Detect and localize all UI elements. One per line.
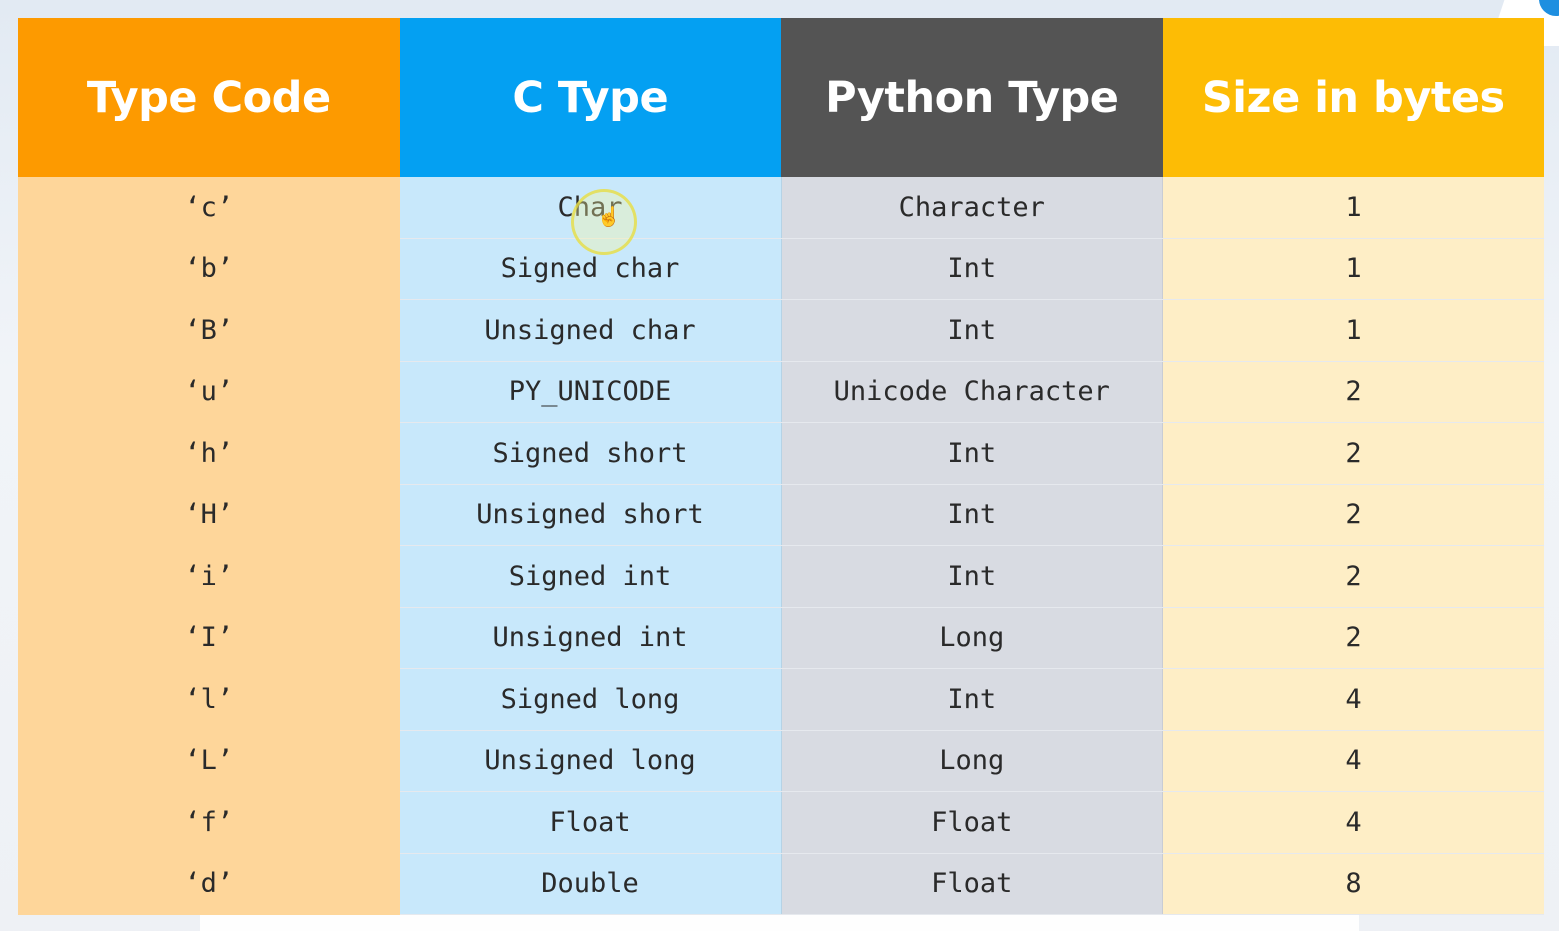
cell-type-code: ‘f’	[18, 791, 400, 854]
header-size-in-bytes: Size in bytes	[1162, 18, 1544, 177]
cell-c-type: Signed short	[399, 422, 782, 485]
cell-size: 8	[1162, 853, 1544, 915]
cell-size: 2	[1162, 361, 1544, 423]
cell-size: 2	[1162, 484, 1544, 546]
table-row: ‘b’ Signed char Int 1	[18, 238, 1544, 300]
cell-c-type: Char	[399, 177, 782, 239]
type-code-table-container: Type Code C Type Python Type Size in byt…	[18, 18, 1544, 915]
cell-python-type: Int	[781, 545, 1163, 608]
cell-c-type: Unsigned int	[399, 607, 782, 669]
cell-size: 4	[1162, 791, 1544, 854]
cell-python-type: Character	[781, 177, 1163, 239]
cell-type-code: ‘u’	[18, 361, 400, 423]
table-row: ‘I’ Unsigned int Long 2	[18, 607, 1544, 669]
bottom-strip	[200, 915, 1359, 931]
cell-c-type: Unsigned long	[399, 730, 782, 792]
cell-python-type: Long	[781, 607, 1163, 669]
cell-c-type: Signed long	[399, 668, 782, 731]
cell-type-code: ‘I’	[18, 607, 400, 669]
cell-size: 4	[1162, 668, 1544, 731]
table-row: ‘h’ Signed short Int 2	[18, 422, 1544, 485]
table-row: ‘f’ Float Float 4	[18, 791, 1544, 854]
cell-c-type: Float	[399, 791, 782, 854]
cell-type-code: ‘h’	[18, 422, 400, 485]
type-code-table: Type Code C Type Python Type Size in byt…	[18, 18, 1544, 915]
cell-c-type: Double	[399, 853, 782, 915]
cell-python-type: Int	[781, 238, 1163, 300]
table-row: ‘L’ Unsigned long Long 4	[18, 730, 1544, 792]
cell-python-type: Float	[781, 791, 1163, 854]
cell-c-type: Unsigned char	[399, 299, 782, 362]
cell-size: 2	[1162, 422, 1544, 485]
table-row: ‘B’ Unsigned char Int 1	[18, 299, 1544, 362]
header-type-code: Type Code	[18, 18, 400, 177]
cell-python-type: Int	[781, 484, 1163, 546]
header-python-type: Python Type	[781, 18, 1163, 177]
table-header-row: Type Code C Type Python Type Size in byt…	[18, 18, 1544, 177]
table-row: ‘i’ Signed int Int 2	[18, 545, 1544, 608]
cell-c-type: PY_UNICODE	[399, 361, 782, 423]
cell-python-type: Float	[781, 853, 1163, 915]
table-row: ‘u’ PY_UNICODE Unicode Character 2	[18, 361, 1544, 423]
corner-dot	[1539, 0, 1559, 16]
cell-c-type: Signed int	[399, 545, 782, 608]
table-row: ‘H’ Unsigned short Int 2	[18, 484, 1544, 546]
table-row: ‘d’ Double Float 8	[18, 853, 1544, 915]
cell-python-type: Int	[781, 422, 1163, 485]
cell-type-code: ‘d’	[18, 853, 400, 915]
cell-size: 1	[1162, 177, 1544, 239]
cell-type-code: ‘H’	[18, 484, 400, 546]
cell-type-code: ‘i’	[18, 545, 400, 608]
cell-type-code: ‘b’	[18, 238, 400, 300]
table-row: ‘l’ Signed long Int 4	[18, 668, 1544, 731]
cell-size: 2	[1162, 607, 1544, 669]
cell-c-type: Signed char	[399, 238, 782, 300]
header-c-type: C Type	[399, 18, 781, 177]
cell-c-type: Unsigned short	[399, 484, 782, 546]
cell-type-code: ‘c’	[18, 177, 400, 239]
table-row: ‘c’ Char Character 1	[18, 177, 1544, 239]
cell-type-code: ‘l’	[18, 668, 400, 731]
cell-python-type: Long	[781, 730, 1163, 792]
cell-python-type: Int	[781, 668, 1163, 731]
cell-python-type: Int	[781, 299, 1163, 362]
cell-size: 4	[1162, 730, 1544, 792]
cell-python-type: Unicode Character	[781, 361, 1163, 423]
cell-size: 1	[1162, 299, 1544, 362]
cell-size: 1	[1162, 238, 1544, 300]
cell-type-code: ‘L’	[18, 730, 400, 792]
cell-type-code: ‘B’	[18, 299, 400, 362]
cell-size: 2	[1162, 545, 1544, 608]
